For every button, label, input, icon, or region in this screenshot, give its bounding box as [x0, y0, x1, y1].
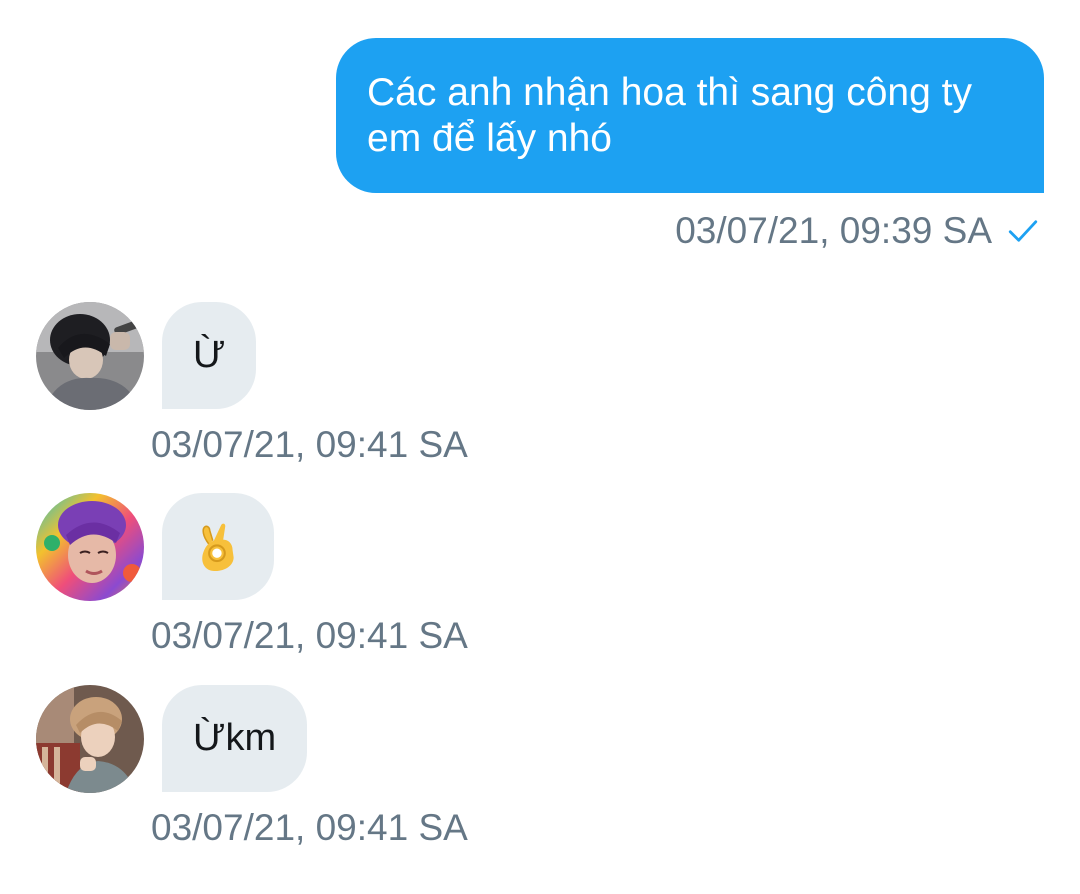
avatar-dark-hair-person-icon: [36, 302, 144, 410]
ok-hand-emoji-icon: [202, 523, 234, 571]
incoming-timestamp: 03/07/21, 09:41 SA: [151, 615, 468, 656]
incoming-timestamp: 03/07/21, 09:41 SA: [151, 424, 468, 465]
avatar[interactable]: [36, 302, 144, 410]
check-icon: [1008, 220, 1038, 242]
incoming-timestamp: 03/07/21, 09:41 SA: [151, 807, 468, 848]
avatar-purple-hair-person-icon: [36, 493, 144, 601]
avatar[interactable]: [36, 685, 144, 793]
incoming-message-bubble[interactable]: Ừ: [162, 302, 257, 409]
outgoing-message-bubble[interactable]: Các anh nhận hoa thì sang công ty em để …: [336, 38, 1044, 193]
outgoing-timestamp: 03/07/21, 09:39 SA: [675, 210, 992, 251]
avatar-light-hair-person-icon: [36, 685, 144, 793]
avatar[interactable]: [36, 493, 144, 601]
incoming-message-bubble[interactable]: Ừkm: [162, 685, 308, 792]
incoming-message-bubble[interactable]: [162, 493, 274, 600]
outgoing-message-meta: 03/07/21, 09:39 SA: [675, 208, 1040, 254]
